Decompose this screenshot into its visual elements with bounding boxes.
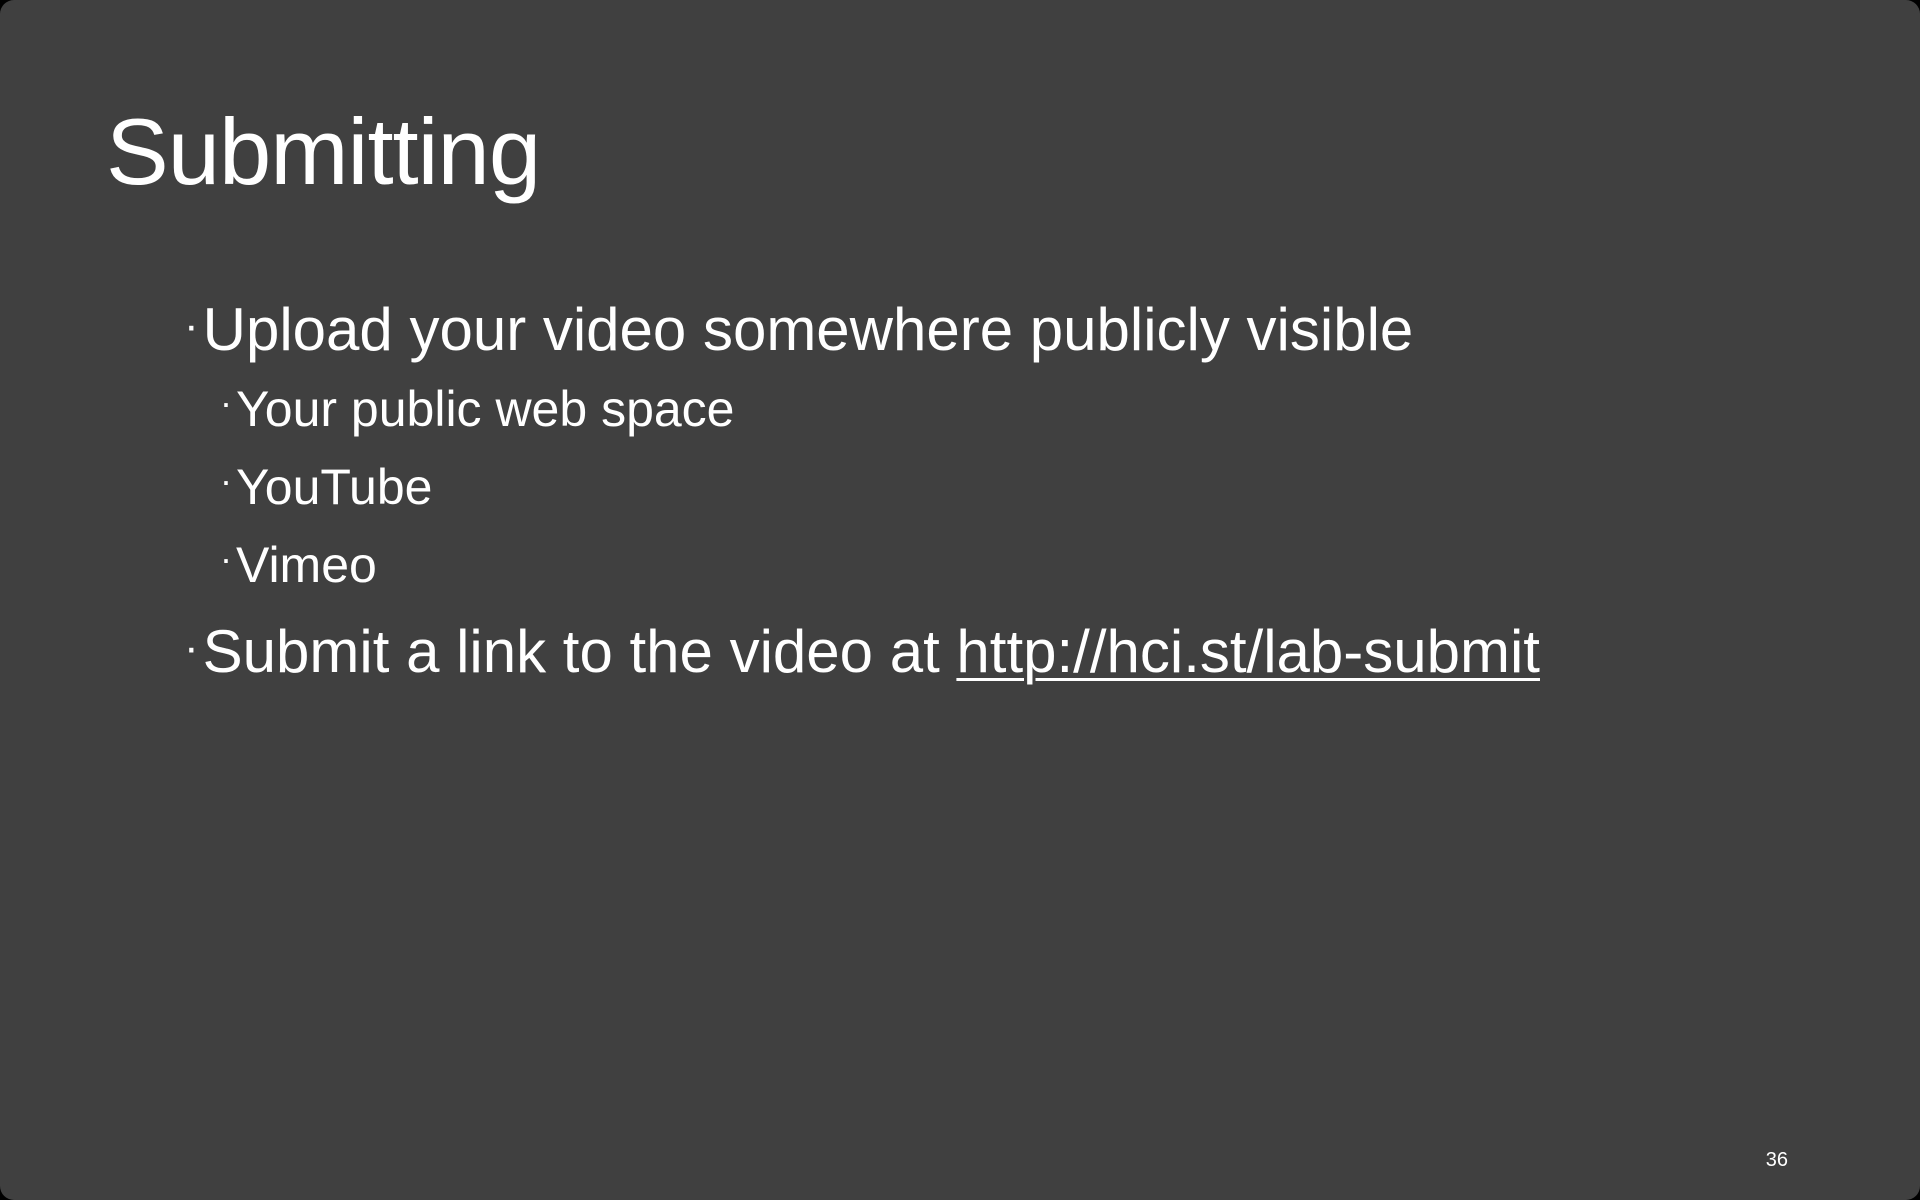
lab-submit-link[interactable]: http://hci.st/lab-submit bbox=[956, 618, 1540, 685]
bullet-dot-icon: · bbox=[220, 460, 232, 501]
slide-title: Submitting bbox=[106, 99, 541, 204]
sub-bullet-youtube: ·YouTube bbox=[184, 448, 1540, 526]
bullet-text: Upload your video somewhere publicly vis… bbox=[202, 296, 1414, 363]
bullet-text: Your public web space bbox=[236, 381, 735, 437]
bullet-dot-icon: · bbox=[220, 382, 232, 423]
bullet-dot-icon: · bbox=[184, 301, 199, 350]
page-number: 36 bbox=[1765, 1149, 1788, 1171]
bullet-list: ·Upload your video somewhere publicly vi… bbox=[184, 290, 1540, 692]
bullet-upload-video: ·Upload your video somewhere publicly vi… bbox=[184, 290, 1540, 370]
bullet-text: YouTube bbox=[236, 459, 433, 515]
bullet-text: Vimeo bbox=[236, 537, 377, 593]
bullet-submit-link: ·Submit a link to the video at http://hc… bbox=[184, 612, 1540, 692]
bullet-dot-icon: · bbox=[220, 538, 232, 579]
slide: Submitting ·Upload your video somewhere … bbox=[0, 0, 1920, 1200]
sub-bullet-vimeo: ·Vimeo bbox=[184, 526, 1540, 604]
sub-bullet-public-web-space: ·Your public web space bbox=[184, 370, 1540, 448]
bullet-text: Submit a link to the video at bbox=[202, 618, 957, 685]
bullet-dot-icon: · bbox=[184, 623, 199, 672]
